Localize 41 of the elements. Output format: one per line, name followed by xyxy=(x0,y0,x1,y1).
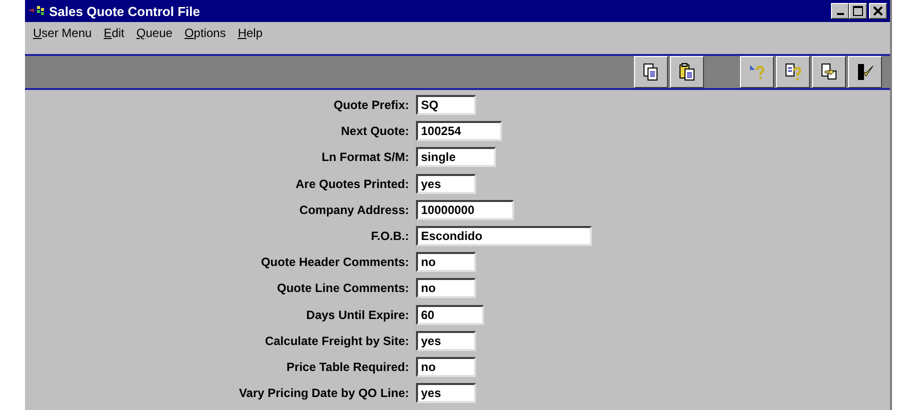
field-label: Days Until Expire: xyxy=(305,308,410,322)
input-field[interactable]: Escondido xyxy=(416,226,592,246)
field-label: F.O.B.: xyxy=(370,229,410,244)
app-icon xyxy=(28,5,46,17)
input-field[interactable]: single xyxy=(416,147,496,168)
maximize-button[interactable] xyxy=(849,3,867,19)
close-button[interactable] xyxy=(869,3,887,19)
field-label: Price Table Required: xyxy=(286,360,410,374)
menu-item[interactable]: Edit xyxy=(104,26,124,40)
menu-item[interactable]: Queue xyxy=(136,26,172,40)
input-field[interactable]: SQ xyxy=(416,95,476,116)
maximize-icon xyxy=(853,6,863,16)
input-field[interactable]: yes xyxy=(416,383,476,404)
copy-icon[interactable] xyxy=(634,56,668,88)
input-field[interactable]: 100254 xyxy=(416,121,502,142)
field-label: Vary Pricing Date by QO Line: xyxy=(238,386,410,400)
paste-icon[interactable] xyxy=(670,56,704,88)
minimize-icon xyxy=(836,13,844,15)
input-field[interactable]: 60 xyxy=(416,304,484,325)
input-field[interactable]: no xyxy=(416,278,476,298)
field-label: Company Address: xyxy=(298,202,410,217)
close-icon xyxy=(873,6,883,16)
field-label: Calculate Freight by Site: xyxy=(264,334,410,348)
field-label: Next Quote: xyxy=(340,124,410,138)
window-title: Sales Quote Control File xyxy=(49,4,201,18)
menu-item[interactable]: User Menu xyxy=(33,26,92,40)
menu-item[interactable]: Options xyxy=(184,26,226,40)
input-field[interactable]: 10000000 xyxy=(416,200,514,220)
field-label: Quote Line Comments: xyxy=(276,281,410,296)
minimize-button[interactable] xyxy=(831,3,849,19)
field-label: Ln Format S/M: xyxy=(320,150,410,164)
field-label: Quote Header Comments: xyxy=(260,255,410,270)
menu-item[interactable]: Help xyxy=(238,26,263,40)
input-field[interactable]: yes xyxy=(416,330,476,351)
field-label: Are Quotes Printed: xyxy=(294,176,410,191)
field-label: Quote Prefix: xyxy=(332,98,410,112)
input-field[interactable]: no xyxy=(416,356,476,377)
help-icon[interactable] xyxy=(740,56,774,88)
input-field[interactable]: no xyxy=(416,252,476,272)
input-field[interactable]: yes xyxy=(416,174,476,194)
document-help-icon[interactable] xyxy=(776,56,810,88)
